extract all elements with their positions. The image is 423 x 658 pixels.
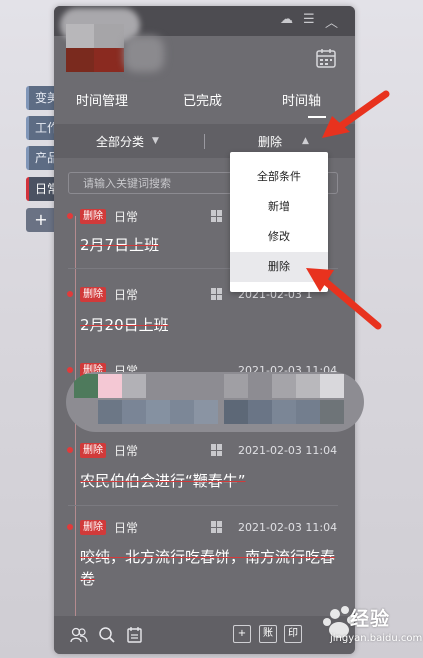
side-tab-work[interactable]: 工作 — [26, 116, 56, 140]
watermark-brand: 经验 — [350, 608, 391, 630]
caret-down-icon[interactable]: ▼ — [152, 136, 159, 146]
item-title[interactable]: 咬纯，北方流行吃春饼，南方流行吃春卷 — [80, 546, 342, 590]
blurred-avatar — [66, 48, 94, 72]
side-tab-product[interactable]: 产品 — [26, 146, 56, 170]
pointer-arrow-icon — [322, 90, 390, 138]
timeline-dot — [67, 367, 73, 373]
windows-icon — [211, 288, 223, 300]
divider — [68, 505, 338, 506]
side-tab-daily[interactable]: 日常 — [26, 177, 56, 201]
status-badge: 删除 — [80, 520, 106, 535]
caret-up-icon[interactable]: ▲ — [302, 136, 309, 146]
item-category: 日常 — [114, 444, 139, 458]
item-title[interactable]: 2月7日上班 — [80, 234, 159, 256]
side-tab-label: 日常 — [35, 182, 56, 196]
status-badge: 删除 — [80, 287, 106, 302]
windows-icon — [211, 210, 223, 222]
blurred-avatar — [124, 36, 164, 72]
pointer-arrow-icon — [306, 268, 382, 330]
tab-completed[interactable]: 已完成 — [183, 90, 222, 109]
menu-icon[interactable]: ☰ — [303, 12, 315, 27]
divider — [204, 134, 205, 149]
status-badge: 删除 — [80, 209, 106, 224]
menu-item-all-conditions[interactable]: 全部条件 — [230, 162, 328, 192]
tab-time-management[interactable]: 时间管理 — [76, 90, 128, 109]
item-date: 2021-02-03 11:04 — [238, 521, 338, 534]
blurred-avatar — [66, 24, 94, 48]
print-button[interactable]: 印 — [284, 625, 302, 643]
item-category: 日常 — [114, 210, 139, 224]
notes-icon[interactable] — [126, 626, 144, 644]
windows-icon — [211, 444, 223, 456]
add-tab-button[interactable]: + — [26, 208, 56, 232]
watermark-url: jingyan.baidu.com — [330, 633, 423, 644]
timeline-dot — [67, 447, 73, 453]
account-button[interactable]: 账 — [259, 625, 277, 643]
item-title[interactable]: 2月20日上班 — [80, 314, 169, 336]
status-badge: 删除 — [80, 443, 106, 458]
timeline-dot — [67, 213, 73, 219]
menu-item-modify[interactable]: 修改 — [230, 222, 328, 252]
blurred-avatar — [94, 48, 124, 72]
blurred-content — [66, 372, 364, 432]
side-tab-label: 变美 — [35, 91, 56, 105]
add-button[interactable]: + — [233, 625, 251, 643]
blurred-avatar — [94, 24, 124, 48]
calendar-icon[interactable] — [315, 47, 337, 69]
menu-item-add[interactable]: 新增 — [230, 192, 328, 222]
side-tab-label: 产品 — [35, 151, 56, 165]
search-icon[interactable] — [98, 626, 116, 644]
contacts-icon[interactable] — [70, 626, 88, 644]
cloud-icon[interactable]: ☁ — [280, 12, 293, 27]
collapse-icon[interactable]: ︿ — [325, 12, 338, 31]
timeline-dot — [67, 291, 73, 297]
item-category: 日常 — [114, 288, 139, 302]
item-date: 2021-02-03 11:04 — [238, 444, 338, 457]
side-tab-beauty[interactable]: 变美 — [26, 86, 56, 110]
action-filter[interactable]: 删除 — [258, 133, 282, 150]
item-title[interactable]: 农民伯伯会进行“鞭春牛” — [80, 470, 246, 492]
side-tab-label: 工作 — [35, 121, 56, 135]
item-category: 日常 — [114, 521, 139, 535]
timeline-dot — [67, 524, 73, 530]
category-filter[interactable]: 全部分类 — [96, 133, 144, 150]
windows-icon — [211, 521, 223, 533]
